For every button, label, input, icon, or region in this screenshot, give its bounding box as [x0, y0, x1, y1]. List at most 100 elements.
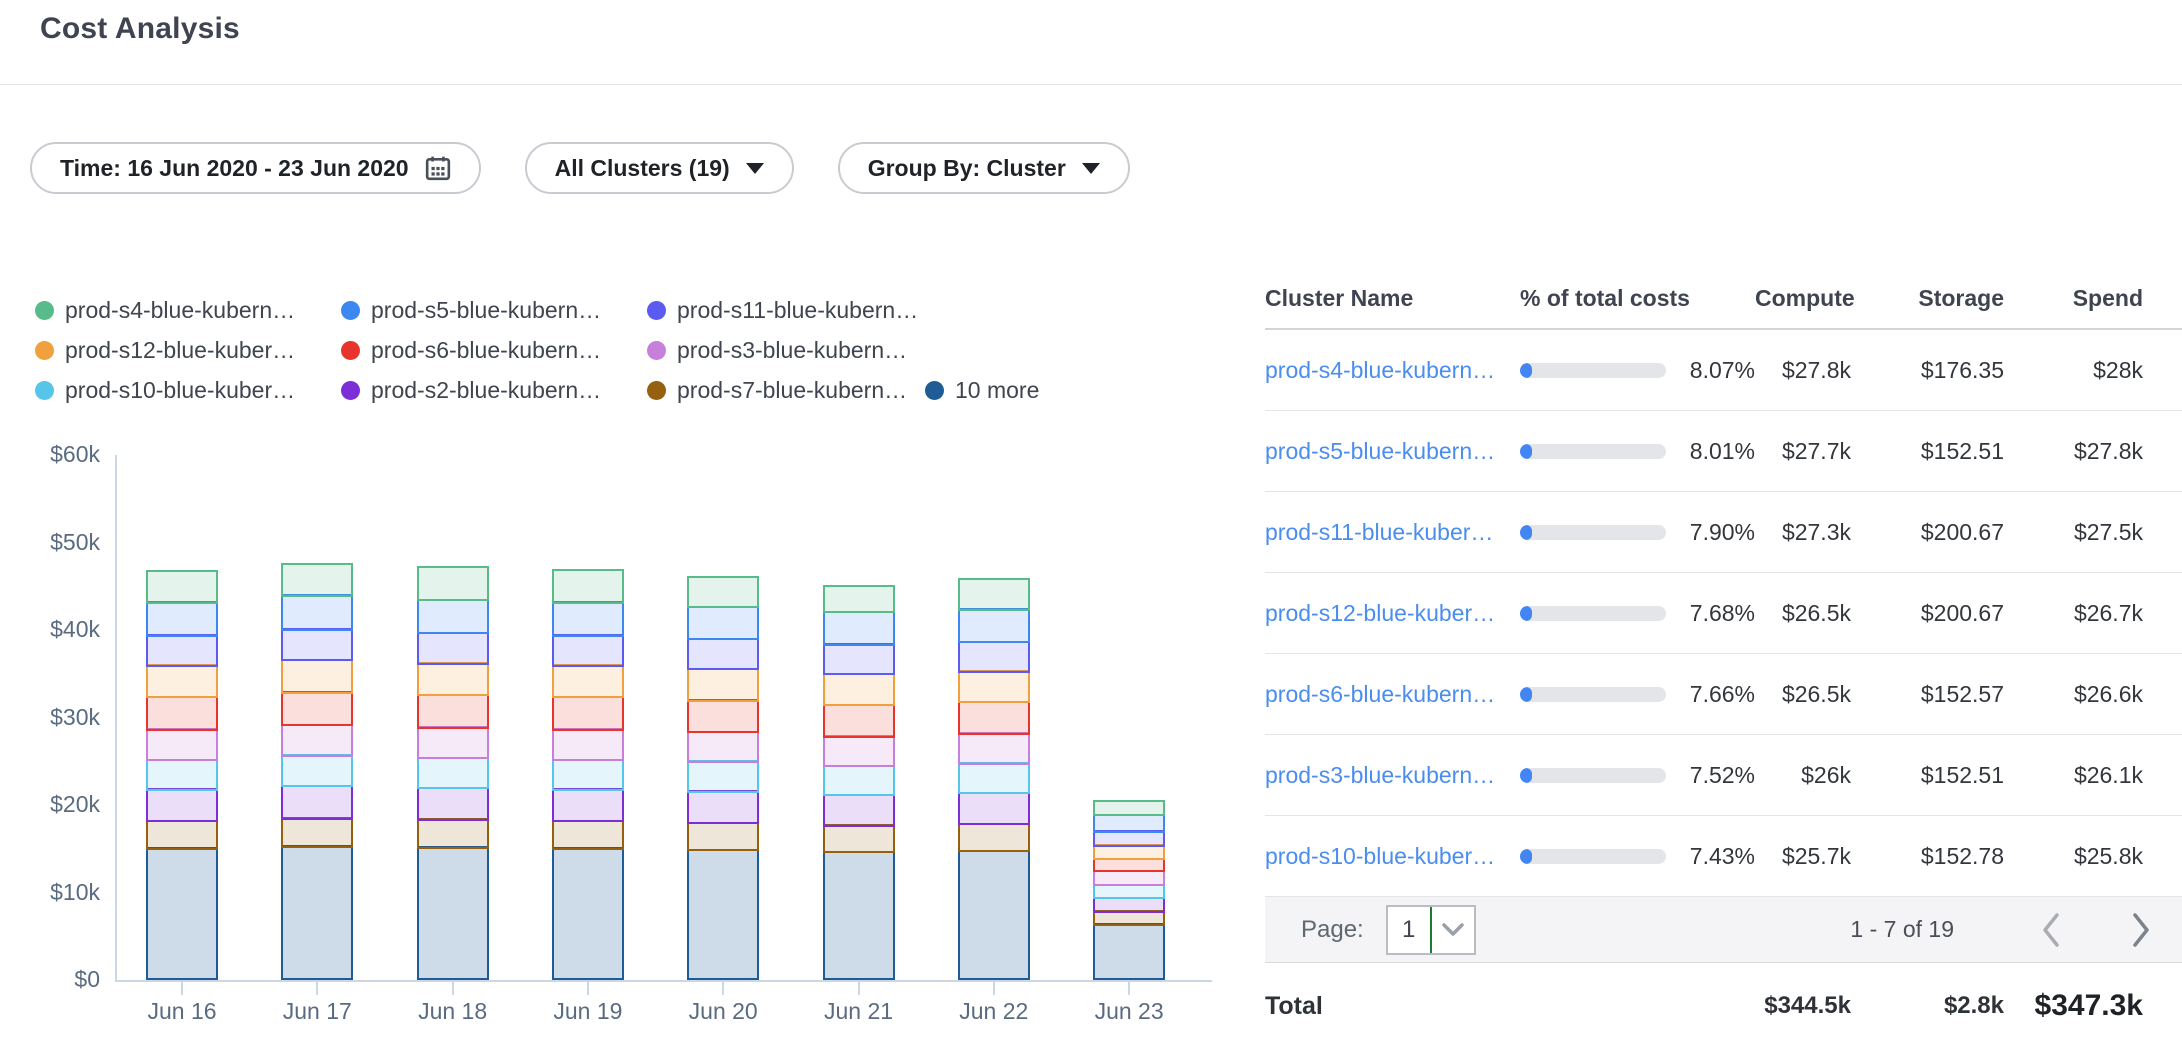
- bar-segment[interactable]: [281, 817, 353, 848]
- bar-segment[interactable]: [823, 611, 895, 646]
- bar-segment[interactable]: [281, 785, 353, 820]
- bar-segment[interactable]: [417, 726, 489, 759]
- bar-segment[interactable]: [552, 759, 624, 791]
- bar-segment[interactable]: [146, 847, 218, 980]
- bar-segment[interactable]: [687, 668, 759, 702]
- legend-item[interactable]: prod-s6-blue-kubern…: [341, 335, 601, 365]
- bar-segment[interactable]: [417, 787, 489, 821]
- cluster-name-link[interactable]: prod-s5-blue-kubern…: [1265, 438, 1520, 465]
- time-range-button[interactable]: Time: 16 Jun 2020 - 23 Jun 2020: [30, 142, 481, 194]
- bar-segment[interactable]: [958, 608, 1030, 643]
- bar-segment[interactable]: [958, 850, 1030, 980]
- bar-segment[interactable]: [146, 788, 218, 822]
- bar-segment[interactable]: [552, 664, 624, 698]
- bar-segment[interactable]: [417, 566, 489, 601]
- bar-segment[interactable]: [687, 822, 759, 852]
- bar-segment[interactable]: [281, 659, 353, 694]
- legend-item[interactable]: prod-s4-blue-kubern…: [35, 295, 295, 325]
- bar-segment[interactable]: [417, 846, 489, 980]
- bar-segment[interactable]: [958, 792, 1030, 825]
- bar-segment[interactable]: [552, 847, 624, 980]
- bar-segment[interactable]: [146, 634, 218, 666]
- bar-segment[interactable]: [687, 606, 759, 641]
- bar-segment[interactable]: [552, 569, 624, 604]
- bar-segment[interactable]: [552, 820, 624, 850]
- bar-segment[interactable]: [958, 701, 1030, 735]
- bar-segment[interactable]: [687, 576, 759, 608]
- bar-segment[interactable]: [823, 794, 895, 827]
- bar-segment[interactable]: [823, 704, 895, 738]
- bar-segment[interactable]: [958, 762, 1030, 794]
- legend-item[interactable]: prod-s7-blue-kubern…: [647, 375, 907, 405]
- bar-segment[interactable]: [146, 820, 218, 850]
- legend-item[interactable]: prod-s12-blue-kuber…: [35, 335, 295, 365]
- bar-segment[interactable]: [552, 634, 624, 666]
- cluster-name-link[interactable]: prod-s6-blue-kubern…: [1265, 681, 1520, 708]
- legend-item[interactable]: prod-s2-blue-kubern…: [341, 375, 601, 405]
- legend-item[interactable]: prod-s10-blue-kuber…: [35, 375, 295, 405]
- bar-segment[interactable]: [687, 849, 759, 980]
- bar-segment[interactable]: [687, 731, 759, 763]
- bar-segment[interactable]: [958, 670, 1030, 703]
- bar-segment[interactable]: [552, 696, 624, 731]
- cluster-name-link[interactable]: prod-s10-blue-kuber…: [1265, 843, 1520, 870]
- bar-segment[interactable]: [146, 759, 218, 791]
- bar-segment[interactable]: [823, 824, 895, 853]
- table-row: prod-s5-blue-kubern…8.01%$27.7k$152.51$2…: [1265, 411, 2182, 492]
- legend-item[interactable]: prod-s5-blue-kubern…: [341, 295, 601, 325]
- bar-segment[interactable]: [958, 732, 1030, 764]
- next-page-button[interactable]: [2122, 912, 2160, 948]
- bar-segment[interactable]: [146, 696, 218, 731]
- bar-segment[interactable]: [417, 632, 489, 665]
- bar-segment[interactable]: [823, 765, 895, 796]
- cluster-name-link[interactable]: prod-s12-blue-kuber…: [1265, 600, 1520, 627]
- bar-segment[interactable]: [552, 788, 624, 822]
- bar-segment[interactable]: [823, 673, 895, 706]
- legend-item[interactable]: 10 more: [925, 375, 1039, 405]
- bar-segment[interactable]: [281, 754, 353, 787]
- page-select[interactable]: 1: [1386, 905, 1476, 955]
- bar-segment[interactable]: [823, 851, 895, 981]
- prev-page-button[interactable]: [2032, 912, 2070, 948]
- bar-segment[interactable]: [281, 845, 353, 980]
- bar-segment[interactable]: [281, 594, 353, 631]
- x-axis-tick: [452, 982, 454, 995]
- bar-segment[interactable]: [1093, 800, 1165, 817]
- bar-segment[interactable]: [958, 641, 1030, 673]
- bar-segment[interactable]: [958, 823, 1030, 853]
- bar-segment[interactable]: [281, 628, 353, 661]
- bar-segment[interactable]: [417, 694, 489, 729]
- bar-segment[interactable]: [552, 728, 624, 761]
- bar-segment[interactable]: [823, 643, 895, 675]
- clusters-dropdown[interactable]: All Clusters (19): [525, 142, 794, 194]
- bar-segment[interactable]: [146, 664, 218, 698]
- bar-segment[interactable]: [417, 599, 489, 635]
- legend-item[interactable]: prod-s11-blue-kubern…: [647, 295, 918, 325]
- cluster-name-link[interactable]: prod-s4-blue-kubern…: [1265, 357, 1520, 384]
- cluster-name-link[interactable]: prod-s3-blue-kubern…: [1265, 762, 1520, 789]
- bar-segment[interactable]: [687, 638, 759, 670]
- bar-segment[interactable]: [958, 578, 1030, 611]
- bar-segment[interactable]: [687, 760, 759, 792]
- bar-segment[interactable]: [417, 757, 489, 789]
- bar-segment[interactable]: [823, 735, 895, 767]
- bar-segment[interactable]: [1093, 923, 1165, 980]
- bar-segment[interactable]: [823, 585, 895, 614]
- legend-item-label: prod-s4-blue-kubern…: [65, 297, 295, 324]
- chevron-left-icon: [2040, 912, 2062, 948]
- group-by-dropdown[interactable]: Group By: Cluster: [838, 142, 1130, 194]
- bar-segment[interactable]: [146, 570, 218, 604]
- bar-segment[interactable]: [146, 728, 218, 761]
- bar-segment[interactable]: [281, 563, 353, 597]
- cluster-name-link[interactable]: prod-s11-blue-kuber…: [1265, 519, 1520, 546]
- bar-segment[interactable]: [417, 662, 489, 696]
- bar-segment[interactable]: [687, 790, 759, 824]
- bar-segment[interactable]: [552, 601, 624, 637]
- bar-segment[interactable]: [281, 691, 353, 726]
- bar-segment[interactable]: [281, 724, 353, 757]
- bar-segment[interactable]: [1093, 814, 1165, 833]
- bar-segment[interactable]: [146, 601, 218, 637]
- bar-segment[interactable]: [687, 699, 759, 733]
- bar-segment[interactable]: [417, 818, 489, 849]
- legend-item[interactable]: prod-s3-blue-kubern…: [647, 335, 907, 365]
